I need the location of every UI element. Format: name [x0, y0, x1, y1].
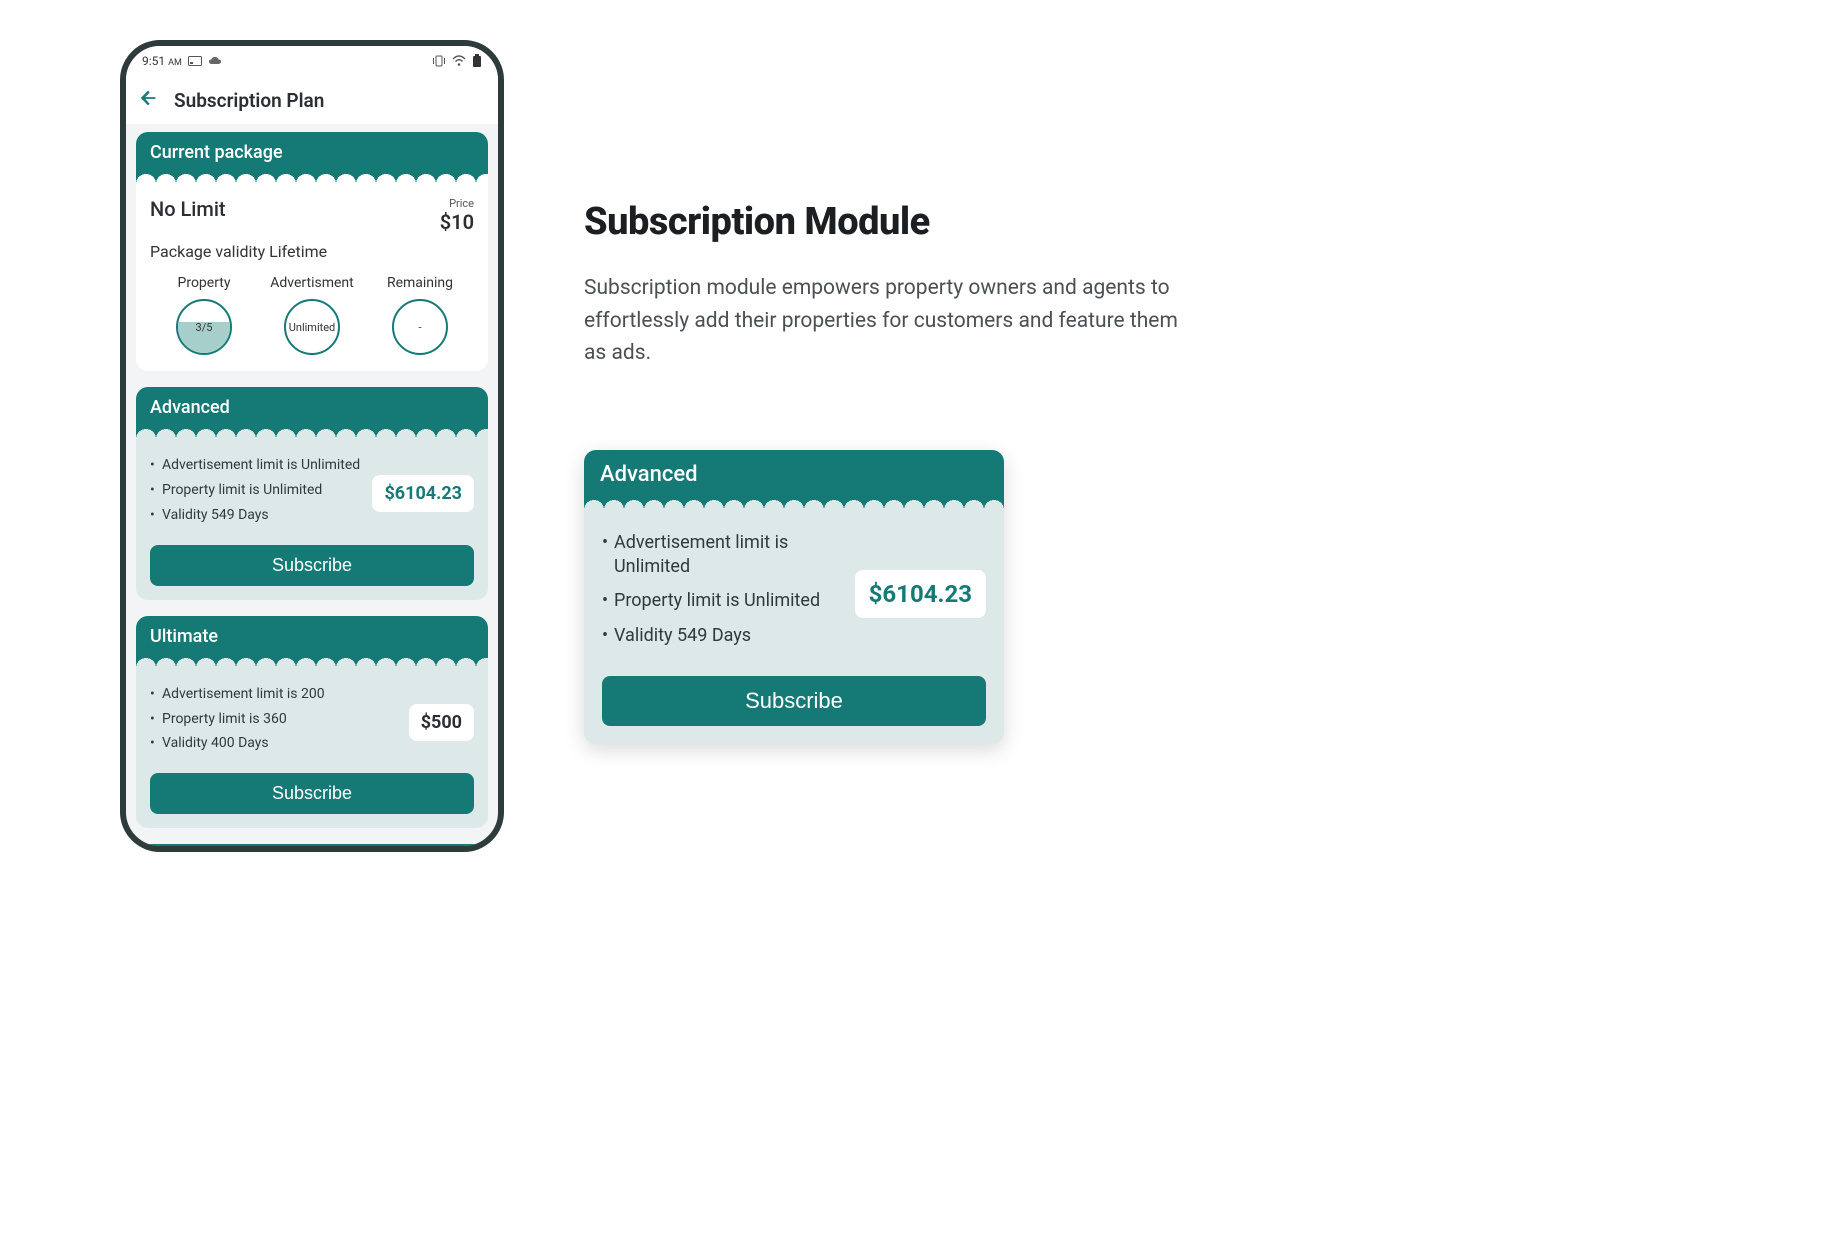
app-bar: Subscription Plan [126, 76, 498, 124]
plan-feature-list-ultimate: Advertisement limit is 200 Property limi… [150, 685, 399, 760]
plan-feature-list-advanced: Advertisement limit is Unlimited Propert… [150, 456, 362, 531]
plan-feature: Property limit is Unlimited [150, 481, 362, 500]
back-arrow-icon[interactable] [138, 87, 160, 113]
scallop-decoration [136, 171, 488, 183]
detached-plan-card: Advanced Advertisement limit is Unlimite… [584, 450, 1004, 744]
battery-icon [472, 54, 482, 68]
subscribe-button-advanced[interactable]: Subscribe [150, 545, 474, 586]
marketing-column: Subscription Module Subscription module … [584, 40, 1184, 760]
status-bar: 9:51 AM [126, 46, 498, 76]
stat-property: Property 3/5 [150, 275, 258, 355]
subscribe-button-ultimate[interactable]: Subscribe [150, 773, 474, 814]
cast-icon [188, 56, 202, 66]
plan-feature: Validity 400 Days [150, 734, 399, 753]
cloud-icon [208, 56, 222, 66]
marketing-description: Subscription module empowers property ow… [584, 272, 1184, 370]
stat-advertisement-value: Unlimited [289, 321, 336, 334]
stat-property-value: 3/5 [196, 321, 213, 334]
price-label: Price [440, 197, 474, 210]
plan-feature: Validity 549 Days [602, 624, 845, 648]
stat-property-circle: 3/5 [176, 299, 232, 355]
plan-feature: Property limit is Unlimited [602, 589, 845, 613]
marketing-headline: Subscription Module [584, 200, 1184, 244]
phone-frame: 9:51 AM [120, 40, 504, 852]
next-card-peek [136, 844, 488, 846]
plan-card-ultimate: Ultimate Advertisement limit is 200 Prop… [136, 616, 488, 829]
current-package-card: Current package No Limit Price $10 Packa… [136, 132, 488, 371]
current-package-price: $10 [440, 210, 474, 234]
plan-header-advanced: Advanced [136, 387, 488, 426]
plan-header-ultimate: Ultimate [136, 616, 488, 655]
stat-property-label: Property [150, 275, 258, 291]
stat-remaining-circle: - [392, 299, 448, 355]
stat-remaining-value: - [418, 321, 421, 334]
scallop-decoration [584, 497, 1004, 509]
plan-feature: Validity 549 Days [150, 506, 362, 525]
current-package-validity: Package validity Lifetime [150, 242, 474, 261]
stat-remaining-label: Remaining [366, 275, 474, 291]
stat-advertisement-label: Advertisment [258, 275, 366, 291]
plan-price-advanced: $6104.23 [372, 475, 474, 512]
detached-subscribe-button[interactable]: Subscribe [602, 676, 986, 726]
wifi-icon [452, 55, 466, 67]
status-time: 9:51 AM [142, 54, 182, 68]
page-title: Subscription Plan [174, 89, 324, 112]
stat-advertisement: Advertisment Unlimited [258, 275, 366, 355]
scallop-decoration [136, 655, 488, 667]
vibrate-icon [432, 55, 446, 67]
plan-feature: Advertisement limit is Unlimited [602, 531, 845, 580]
scallop-decoration [136, 426, 488, 438]
current-package-header: Current package [136, 132, 488, 171]
current-package-name: No Limit [150, 197, 226, 221]
plan-feature: Property limit is 360 [150, 710, 399, 729]
stat-advertisement-circle: Unlimited [284, 299, 340, 355]
detached-plan-price: $6104.23 [855, 570, 986, 618]
plan-card-advanced: Advanced Advertisement limit is Unlimite… [136, 387, 488, 600]
detached-plan-feature-list: Advertisement limit is Unlimited Propert… [602, 531, 845, 658]
stat-remaining: Remaining - [366, 275, 474, 355]
plan-price-ultimate: $500 [409, 704, 474, 741]
phone-scroll-content[interactable]: Current package No Limit Price $10 Packa… [126, 124, 498, 846]
plan-feature: Advertisement limit is 200 [150, 685, 399, 704]
detached-plan-header: Advanced [584, 450, 1004, 497]
plan-feature: Advertisement limit is Unlimited [150, 456, 362, 475]
